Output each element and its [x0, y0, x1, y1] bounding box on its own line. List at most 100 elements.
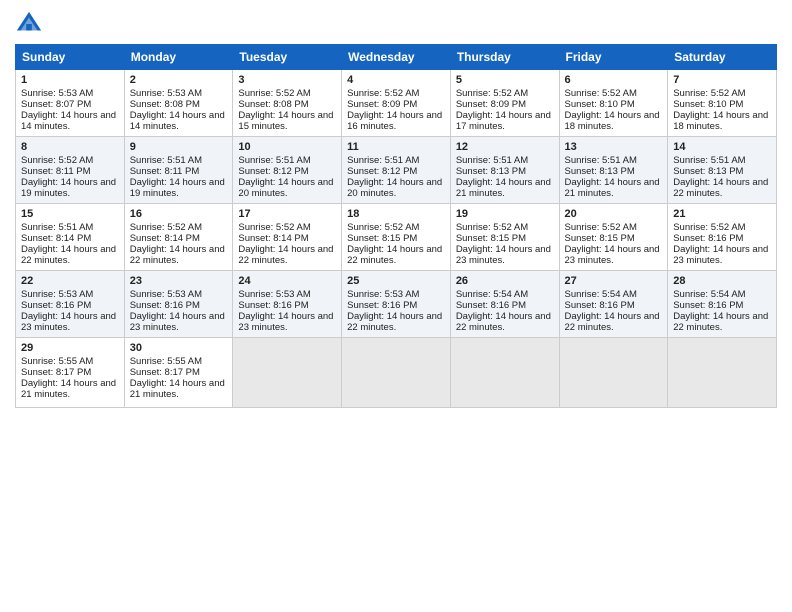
page: SundayMondayTuesdayWednesdayThursdayFrid…: [0, 0, 792, 612]
daylight-label: Daylight: 14 hours and 22 minutes.: [238, 244, 333, 266]
sunset-label: Sunset: 8:10 PM: [565, 99, 635, 110]
sunrise-label: Sunrise: 5:52 AM: [456, 88, 528, 99]
table-row: [559, 338, 668, 408]
table-row: 18 Sunrise: 5:52 AM Sunset: 8:15 PM Dayl…: [342, 204, 451, 271]
sunrise-label: Sunrise: 5:53 AM: [21, 88, 93, 99]
sunset-label: Sunset: 8:14 PM: [21, 233, 91, 244]
sunrise-label: Sunrise: 5:55 AM: [21, 356, 93, 367]
daylight-label: Daylight: 14 hours and 22 minutes.: [21, 244, 116, 266]
sunset-label: Sunset: 8:14 PM: [130, 233, 200, 244]
sunrise-label: Sunrise: 5:51 AM: [347, 155, 419, 166]
col-header-friday: Friday: [559, 45, 668, 70]
daylight-label: Daylight: 14 hours and 22 minutes.: [673, 177, 768, 199]
daylight-label: Daylight: 14 hours and 22 minutes.: [565, 311, 660, 333]
sunrise-label: Sunrise: 5:53 AM: [238, 289, 310, 300]
sunset-label: Sunset: 8:13 PM: [456, 166, 526, 177]
day-number: 2: [130, 74, 228, 86]
day-number: 3: [238, 74, 336, 86]
day-number: 25: [347, 275, 445, 287]
sunset-label: Sunset: 8:09 PM: [347, 99, 417, 110]
sunrise-label: Sunrise: 5:52 AM: [347, 222, 419, 233]
day-number: 16: [130, 208, 228, 220]
sunset-label: Sunset: 8:07 PM: [21, 99, 91, 110]
table-row: 21 Sunrise: 5:52 AM Sunset: 8:16 PM Dayl…: [668, 204, 777, 271]
sunset-label: Sunset: 8:12 PM: [238, 166, 308, 177]
daylight-label: Daylight: 14 hours and 17 minutes.: [456, 110, 551, 132]
day-number: 11: [347, 141, 445, 153]
day-number: 7: [673, 74, 771, 86]
daylight-label: Daylight: 14 hours and 20 minutes.: [238, 177, 333, 199]
day-number: 18: [347, 208, 445, 220]
day-number: 19: [456, 208, 554, 220]
day-number: 28: [673, 275, 771, 287]
daylight-label: Daylight: 14 hours and 20 minutes.: [347, 177, 442, 199]
sunrise-label: Sunrise: 5:51 AM: [238, 155, 310, 166]
sunrise-label: Sunrise: 5:54 AM: [673, 289, 745, 300]
table-row: 7 Sunrise: 5:52 AM Sunset: 8:10 PM Dayli…: [668, 70, 777, 137]
day-number: 1: [21, 74, 119, 86]
sunrise-label: Sunrise: 5:54 AM: [565, 289, 637, 300]
table-row: 17 Sunrise: 5:52 AM Sunset: 8:14 PM Dayl…: [233, 204, 342, 271]
daylight-label: Daylight: 14 hours and 21 minutes.: [565, 177, 660, 199]
table-row: [668, 338, 777, 408]
daylight-label: Daylight: 14 hours and 22 minutes.: [347, 311, 442, 333]
sunset-label: Sunset: 8:11 PM: [21, 166, 91, 177]
sunrise-label: Sunrise: 5:51 AM: [456, 155, 528, 166]
sunrise-label: Sunrise: 5:53 AM: [130, 289, 202, 300]
daylight-label: Daylight: 14 hours and 23 minutes.: [673, 244, 768, 266]
table-row: 13 Sunrise: 5:51 AM Sunset: 8:13 PM Dayl…: [559, 137, 668, 204]
header: [15, 10, 777, 38]
table-row: 24 Sunrise: 5:53 AM Sunset: 8:16 PM Dayl…: [233, 271, 342, 338]
sunrise-label: Sunrise: 5:52 AM: [238, 222, 310, 233]
col-header-monday: Monday: [124, 45, 233, 70]
sunset-label: Sunset: 8:16 PM: [21, 300, 91, 311]
sunset-label: Sunset: 8:16 PM: [347, 300, 417, 311]
sunset-label: Sunset: 8:16 PM: [673, 233, 743, 244]
day-number: 17: [238, 208, 336, 220]
daylight-label: Daylight: 14 hours and 23 minutes.: [456, 244, 551, 266]
sunset-label: Sunset: 8:08 PM: [238, 99, 308, 110]
table-row: [450, 338, 559, 408]
day-number: 30: [130, 342, 228, 354]
day-number: 23: [130, 275, 228, 287]
daylight-label: Daylight: 14 hours and 19 minutes.: [21, 177, 116, 199]
table-row: 10 Sunrise: 5:51 AM Sunset: 8:12 PM Dayl…: [233, 137, 342, 204]
daylight-label: Daylight: 14 hours and 16 minutes.: [347, 110, 442, 132]
daylight-label: Daylight: 14 hours and 21 minutes.: [130, 378, 225, 400]
sunset-label: Sunset: 8:11 PM: [130, 166, 200, 177]
sunset-label: Sunset: 8:14 PM: [238, 233, 308, 244]
calendar-table: SundayMondayTuesdayWednesdayThursdayFrid…: [15, 44, 777, 408]
daylight-label: Daylight: 14 hours and 18 minutes.: [565, 110, 660, 132]
daylight-label: Daylight: 14 hours and 22 minutes.: [347, 244, 442, 266]
daylight-label: Daylight: 14 hours and 14 minutes.: [130, 110, 225, 132]
col-header-thursday: Thursday: [450, 45, 559, 70]
day-number: 15: [21, 208, 119, 220]
col-header-sunday: Sunday: [16, 45, 125, 70]
sunrise-label: Sunrise: 5:53 AM: [347, 289, 419, 300]
day-number: 5: [456, 74, 554, 86]
sunset-label: Sunset: 8:10 PM: [673, 99, 743, 110]
sunrise-label: Sunrise: 5:53 AM: [21, 289, 93, 300]
daylight-label: Daylight: 14 hours and 23 minutes.: [565, 244, 660, 266]
sunset-label: Sunset: 8:17 PM: [130, 367, 200, 378]
col-header-tuesday: Tuesday: [233, 45, 342, 70]
table-row: 12 Sunrise: 5:51 AM Sunset: 8:13 PM Dayl…: [450, 137, 559, 204]
day-number: 10: [238, 141, 336, 153]
sunset-label: Sunset: 8:17 PM: [21, 367, 91, 378]
sunrise-label: Sunrise: 5:52 AM: [347, 88, 419, 99]
sunset-label: Sunset: 8:15 PM: [456, 233, 526, 244]
table-row: 25 Sunrise: 5:53 AM Sunset: 8:16 PM Dayl…: [342, 271, 451, 338]
daylight-label: Daylight: 14 hours and 22 minutes.: [673, 311, 768, 333]
day-number: 12: [456, 141, 554, 153]
sunset-label: Sunset: 8:15 PM: [565, 233, 635, 244]
day-number: 26: [456, 275, 554, 287]
sunrise-label: Sunrise: 5:54 AM: [456, 289, 528, 300]
sunset-label: Sunset: 8:16 PM: [565, 300, 635, 311]
sunset-label: Sunset: 8:12 PM: [347, 166, 417, 177]
table-row: 6 Sunrise: 5:52 AM Sunset: 8:10 PM Dayli…: [559, 70, 668, 137]
daylight-label: Daylight: 14 hours and 21 minutes.: [456, 177, 551, 199]
col-header-wednesday: Wednesday: [342, 45, 451, 70]
sunrise-label: Sunrise: 5:52 AM: [130, 222, 202, 233]
table-row: 14 Sunrise: 5:51 AM Sunset: 8:13 PM Dayl…: [668, 137, 777, 204]
table-row: 22 Sunrise: 5:53 AM Sunset: 8:16 PM Dayl…: [16, 271, 125, 338]
